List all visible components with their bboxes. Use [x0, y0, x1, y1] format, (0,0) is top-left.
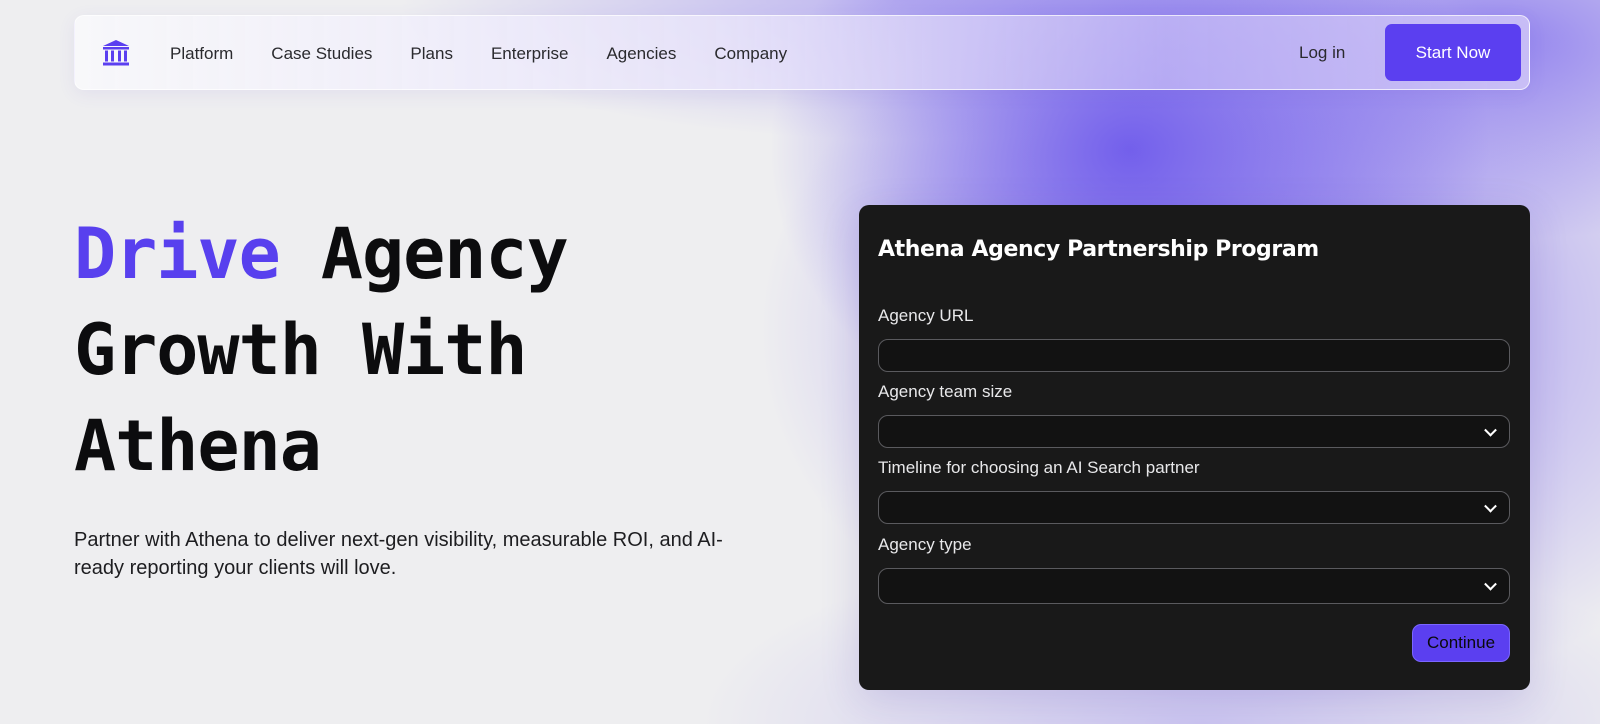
timeline-select[interactable] [878, 491, 1510, 524]
agency-url-input[interactable] [878, 339, 1510, 372]
nav-link-enterprise[interactable]: Enterprise [491, 44, 568, 64]
nav-link-case-studies[interactable]: Case Studies [271, 44, 372, 64]
nav-link-plans[interactable]: Plans [410, 44, 453, 64]
agency-url-label: Agency URL [878, 306, 974, 325]
hero-subtitle: Partner with Athena to deliver next-gen … [74, 529, 723, 579]
agency-team-size-label: Agency team size [878, 382, 1013, 401]
partnership-form-card: Athena Agency Partnership Program Agency… [859, 205, 1530, 690]
start-now-button[interactable]: Start Now [1385, 24, 1521, 81]
hero-title-line3: Athena [74, 405, 322, 487]
form-title: Athena Agency Partnership Program [878, 237, 1319, 262]
nav-link-platform[interactable]: Platform [170, 44, 233, 64]
timeline-label: Timeline for choosing an AI Search partn… [878, 458, 1200, 477]
top-navbar: Platform Case Studies Plans Enterprise A… [74, 15, 1530, 90]
agency-type-label: Agency type [878, 535, 972, 554]
hero-title: Drive Agency Growth With Athena [74, 206, 774, 494]
continue-button[interactable]: Continue [1412, 624, 1510, 662]
chevron-down-icon [1484, 499, 1497, 513]
hero-title-accent: Drive [74, 213, 281, 295]
chevron-down-icon [1484, 423, 1497, 437]
agency-type-select[interactable] [878, 568, 1510, 604]
hero-title-line2: Growth With [74, 309, 528, 391]
bank-columns-icon[interactable] [101, 38, 131, 68]
hero-title-line1-rest: Agency [279, 213, 569, 295]
agency-team-size-select[interactable] [878, 415, 1510, 448]
nav-links: Platform Case Studies Plans Enterprise A… [170, 16, 825, 91]
nav-link-agencies[interactable]: Agencies [606, 44, 676, 64]
chevron-down-icon [1484, 577, 1497, 591]
nav-link-company[interactable]: Company [714, 44, 787, 64]
login-link[interactable]: Log in [1299, 43, 1345, 63]
